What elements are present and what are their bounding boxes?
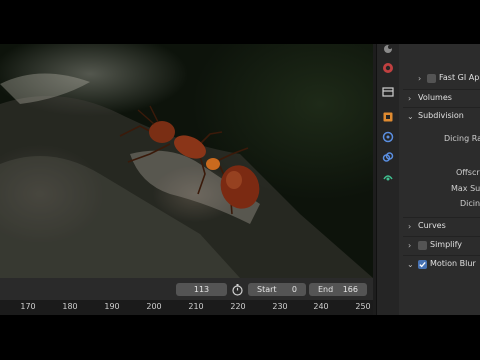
motion-blur-panel-header[interactable]: ⌄ Motion Blur [399,256,480,274]
constraint-icon[interactable] [382,151,394,163]
data-icon[interactable] [382,171,394,183]
fast-gi-checkbox[interactable] [427,74,436,83]
simplify-panel-header[interactable]: › Simplify [399,237,480,255]
ruler-tick: 200 [146,302,162,311]
curves-panel-header[interactable]: › Curves [399,218,480,236]
world-icon[interactable] [382,44,394,56]
chevron-right-icon: › [408,241,412,250]
properties-panel: › Fast GI App › Volumes ⌄ Subdivision Di… [399,44,480,315]
start-frame-field[interactable]: Start 0 [248,283,306,296]
dicing-rate-label: Dicing Rat [444,134,480,143]
chevron-right-icon: › [418,74,422,83]
end-label: End [318,285,334,294]
output-icon[interactable] [382,62,394,74]
motion-blur-checkbox[interactable] [418,260,427,269]
volumes-panel-header[interactable]: › Volumes [399,90,480,108]
ruler-tick: 190 [104,302,120,311]
current-frame-field[interactable]: 113 [176,283,227,296]
object-icon[interactable] [382,111,394,123]
chevron-down-icon: ⌄ [407,112,414,121]
ruler-tick: 240 [313,302,329,311]
render-viewport[interactable] [0,44,373,278]
subdivision-label: Subdivision [418,111,464,120]
simplify-checkbox[interactable] [418,241,427,250]
ant-photo [0,73,373,278]
chevron-right-icon: › [408,94,412,103]
ruler-tick: 210 [188,302,204,311]
subdivision-panel-header[interactable]: ⌄ Subdivision [399,108,480,126]
end-frame-field[interactable]: End 166 [309,283,367,296]
chevron-down-icon: ⌄ [407,260,414,269]
ruler-tick: 180 [62,302,78,311]
ruler-tick: 220 [230,302,246,311]
fast-gi-label: Fast GI App [439,73,480,82]
simplify-label: Simplify [430,240,463,249]
offscreen-label: Offscre [456,168,480,177]
checkmark-icon [419,261,426,268]
timeline-ruler[interactable]: 170 180 190 200 210 220 230 240 250 [0,300,373,315]
volumes-label: Volumes [418,93,452,102]
stopwatch-icon[interactable] [231,283,244,296]
ruler-tick: 250 [355,302,371,311]
ruler-tick: 170 [20,302,36,311]
start-label: Start [257,285,277,294]
start-value: 0 [291,285,297,294]
max-subdivisions-label: Max Sub [451,184,480,193]
properties-tab-strip [376,44,399,315]
physics-icon[interactable] [382,131,394,143]
ruler-tick: 230 [272,302,288,311]
view-layer-icon[interactable] [382,86,394,98]
curves-label: Curves [418,221,446,230]
current-frame-value: 113 [193,285,210,294]
motion-blur-label: Motion Blur [430,259,476,268]
timeline-header: 113 Start 0 End 166 [0,278,373,300]
end-value: 166 [342,285,358,294]
blender-window: 113 Start 0 End 166 170 180 190 200 210 … [0,44,480,315]
fast-gi-row[interactable]: › Fast GI App [399,70,480,88]
dicing-camera-label: Dicin [460,199,480,208]
chevron-right-icon: › [408,222,412,231]
